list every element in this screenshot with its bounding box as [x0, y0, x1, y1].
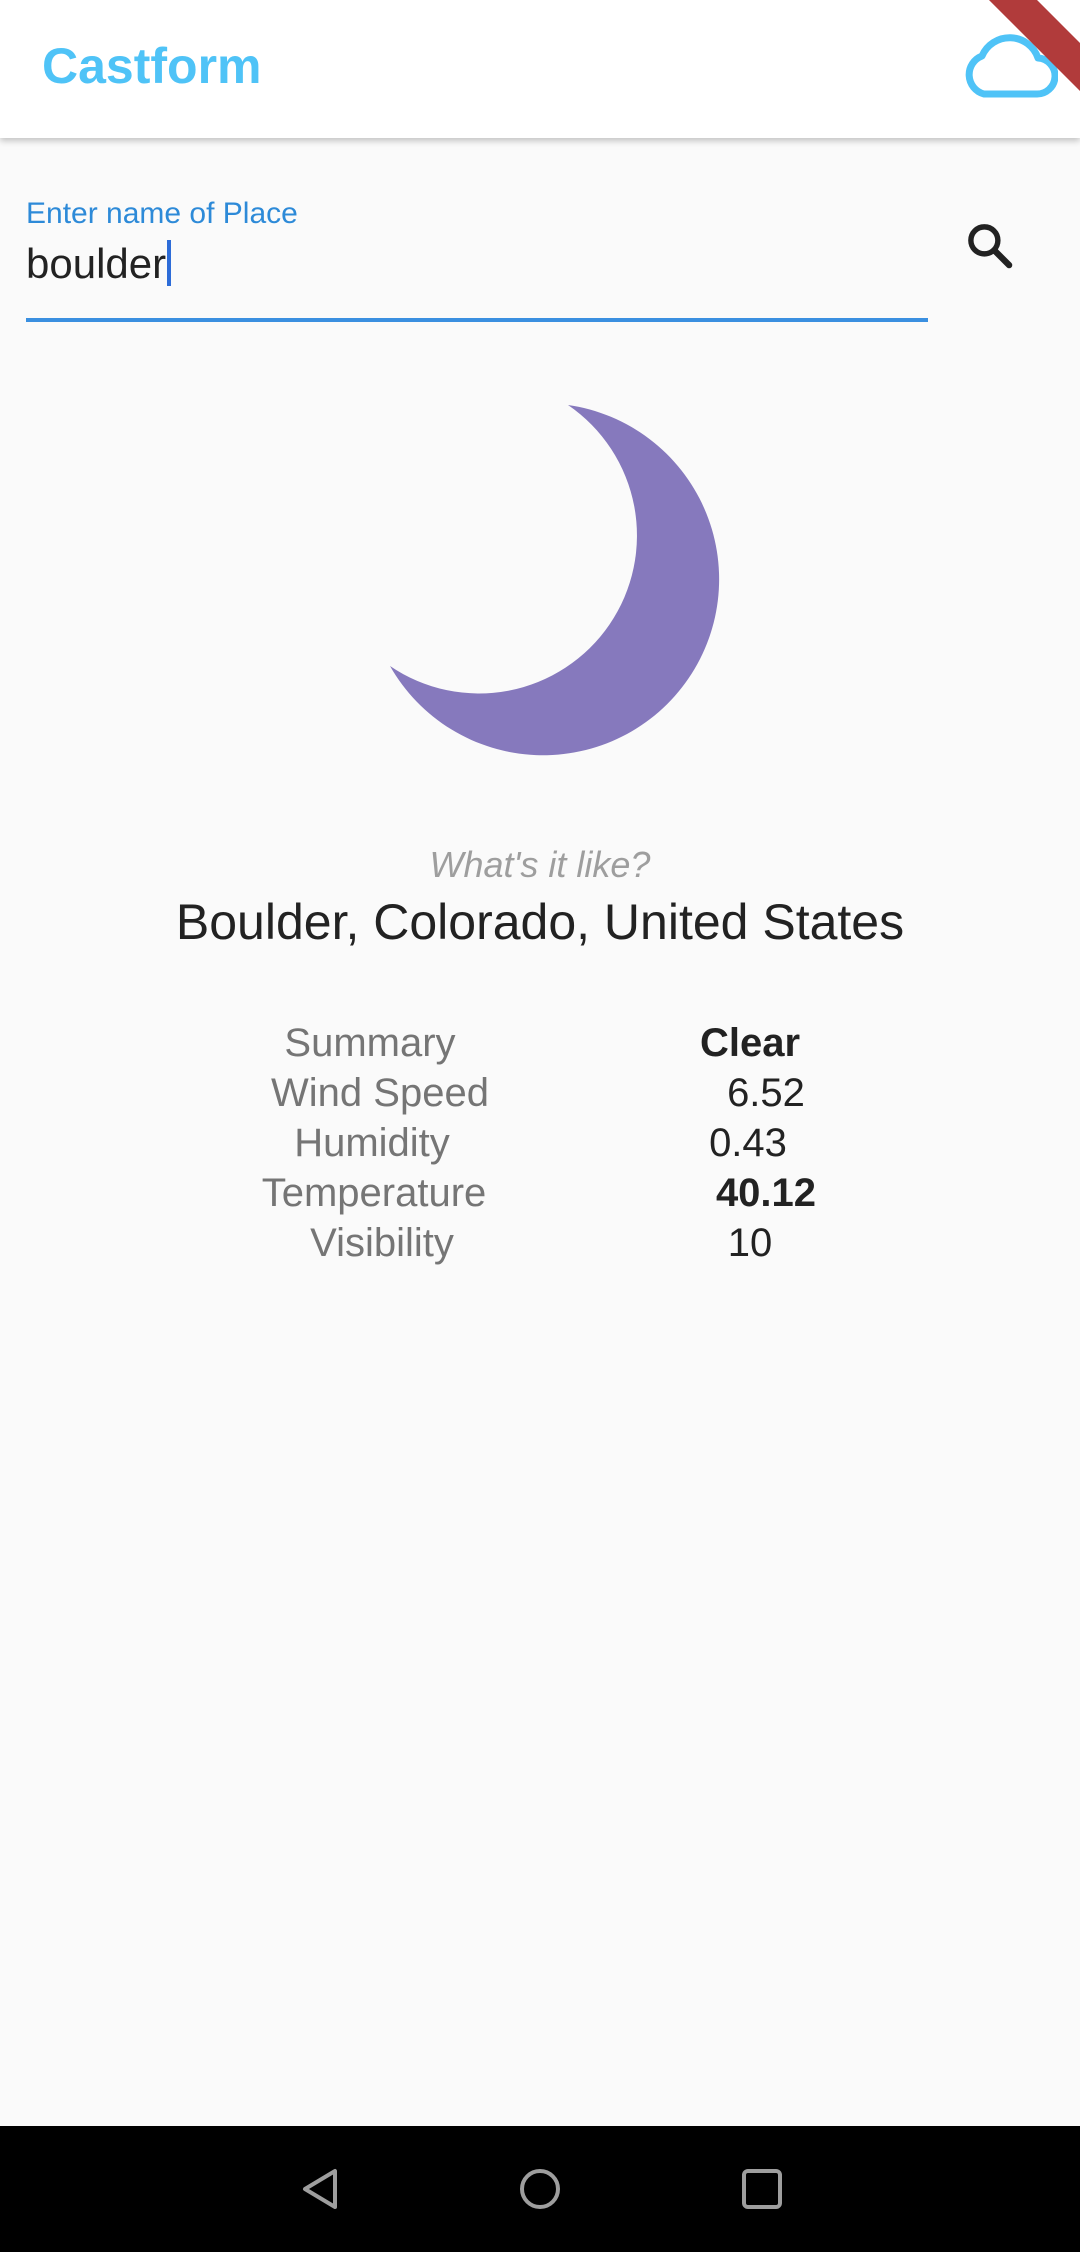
system-navigation-bar	[0, 2126, 1080, 2252]
detail-label: Temperature	[261, 1171, 487, 1215]
moon-icon	[390, 405, 720, 756]
search-field-label: Enter name of Place	[26, 197, 298, 230]
detail-row-summary: Summary Clear	[0, 1018, 1080, 1068]
recents-button[interactable]	[722, 2149, 802, 2229]
detail-row-humidity: Humidity 0.43	[0, 1118, 1080, 1168]
detail-row-temperature: Temperature 40.12	[0, 1168, 1080, 1218]
detail-value: 6.52	[727, 1071, 805, 1115]
detail-value: 10	[727, 1221, 773, 1265]
detail-value: 40.12	[715, 1171, 817, 1215]
weather-subtitle: What's it like?	[429, 844, 651, 885]
recents-icon	[742, 2169, 782, 2209]
back-icon	[303, 2169, 337, 2209]
app-title: Castform	[42, 38, 262, 94]
text-cursor	[167, 240, 172, 286]
detail-label: Summary	[284, 1021, 456, 1065]
detail-label: Humidity	[294, 1121, 450, 1165]
place-name: Boulder, Colorado, United States	[175, 894, 905, 950]
search-button[interactable]	[950, 206, 1030, 286]
search-input-underline	[26, 318, 928, 322]
castform-screen: Castform Enter name of Place boulder Wha…	[0, 0, 1080, 2252]
back-button[interactable]	[280, 2149, 360, 2229]
home-icon	[520, 2169, 560, 2209]
search-input-text: boulder	[26, 240, 167, 287]
search-icon	[968, 224, 1013, 269]
detail-row-wind-speed: Wind Speed 6.52	[0, 1068, 1080, 1118]
detail-label: Visibility	[310, 1221, 454, 1265]
app-bar: Castform	[0, 0, 1080, 138]
detail-row-visibility: Visibility 10	[0, 1218, 1080, 1268]
detail-value: Clear	[699, 1021, 801, 1065]
detail-label: Wind Speed	[271, 1071, 489, 1115]
search-input[interactable]: boulder	[26, 236, 926, 292]
home-button[interactable]	[500, 2149, 580, 2229]
detail-value: 0.43	[709, 1121, 787, 1165]
